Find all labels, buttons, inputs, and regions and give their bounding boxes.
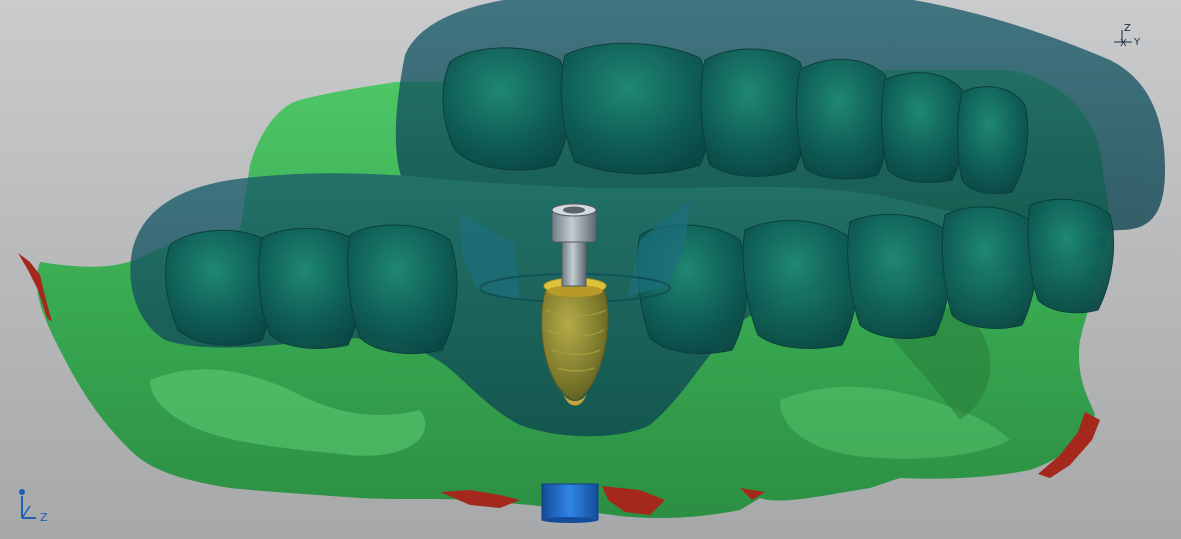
- abutment-shaft[interactable]: [561, 239, 587, 287]
- axis-z-label: Z: [1124, 23, 1131, 34]
- axis-triad-bottom-left[interactable]: Z: [19, 489, 48, 524]
- tooth[interactable]: [941, 206, 1038, 329]
- implant-collar-shadow: [547, 285, 603, 297]
- analog-cylinder-body[interactable]: [541, 483, 599, 521]
- tooth[interactable]: [1027, 198, 1115, 314]
- dental-3d-scene[interactable]: Z X Y Z: [0, 0, 1181, 539]
- axis-x-label: X: [1120, 38, 1127, 49]
- analog-cylinder[interactable]: [541, 483, 599, 523]
- tooth[interactable]: [847, 214, 951, 339]
- analog-cylinder-bottom: [542, 517, 598, 523]
- tooth[interactable]: [258, 228, 362, 349]
- axis-y-label: Y: [1133, 37, 1141, 48]
- tooth[interactable]: [957, 86, 1029, 194]
- axis-origin-dot: [19, 489, 25, 495]
- 3d-viewport[interactable]: Z X Y Z: [0, 0, 1181, 539]
- axis-triad-top-right[interactable]: Z X Y: [1114, 23, 1141, 49]
- tooth[interactable]: [442, 47, 570, 171]
- tooth[interactable]: [795, 58, 891, 180]
- axis-diagonal-line: [21, 505, 31, 519]
- axis-z-label: Z: [40, 511, 48, 524]
- tooth[interactable]: [347, 224, 458, 355]
- tooth[interactable]: [742, 220, 858, 349]
- abutment-hole: [563, 206, 585, 214]
- tooth[interactable]: [560, 42, 711, 175]
- tooth[interactable]: [881, 72, 967, 183]
- tooth[interactable]: [165, 229, 274, 346]
- tooth[interactable]: [700, 48, 808, 177]
